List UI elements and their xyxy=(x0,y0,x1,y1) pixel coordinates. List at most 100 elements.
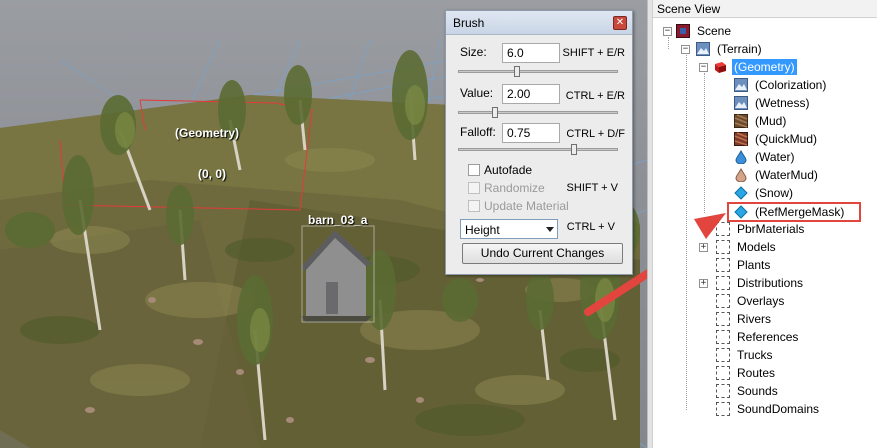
tree-label-trucks: Trucks xyxy=(737,348,773,362)
folder-icon xyxy=(716,330,730,344)
tree-item-overlays[interactable]: Overlays xyxy=(716,292,786,310)
falloff-shortcut: CTRL + D/F xyxy=(566,128,625,140)
quickmud-texture-icon xyxy=(734,132,748,146)
image-icon xyxy=(734,96,748,110)
size-slider[interactable] xyxy=(458,66,618,77)
brush-title: Brush xyxy=(453,16,485,30)
tree-label-wetness: (Wetness) xyxy=(755,96,810,110)
tree-label-colorization: (Colorization) xyxy=(755,78,827,92)
falloff-label: Falloff: xyxy=(460,125,496,139)
tree-item-scene[interactable]: Scene xyxy=(676,22,733,40)
diamond-icon xyxy=(734,186,748,200)
brush-mode-dropdown[interactable]: Height xyxy=(460,219,558,239)
brush-panel: Brush ✕ Size: 6.0 SHIFT + E/R Value: 2.0… xyxy=(445,10,633,275)
tree-label-models: Models xyxy=(737,240,776,254)
tree-item-sounddomains[interactable]: SoundDomains xyxy=(716,400,821,418)
randomize-label: Randomize xyxy=(484,181,545,195)
geometry-label: (Geometry) xyxy=(175,126,240,140)
callout-highlight-box xyxy=(727,202,861,222)
brush-titlebar[interactable]: Brush ✕ xyxy=(446,11,632,35)
tree-label-snow: (Snow) xyxy=(755,186,794,200)
watermud-drop-icon xyxy=(735,168,747,182)
collapse-scene-toggle[interactable]: − xyxy=(663,27,672,36)
image-icon xyxy=(734,78,748,92)
close-icon[interactable]: ✕ xyxy=(613,16,627,30)
origin-label: (0, 0) xyxy=(198,167,227,181)
folder-icon xyxy=(716,366,730,380)
size-slider-thumb[interactable] xyxy=(514,66,520,77)
tree-item-rivers[interactable]: Rivers xyxy=(716,310,773,328)
tree-item-mud[interactable]: (Mud) xyxy=(734,112,788,130)
tree-item-geometry[interactable]: (Geometry) xyxy=(713,58,797,76)
tree-label-mud: (Mud) xyxy=(755,114,787,128)
update-material-checkbox[interactable] xyxy=(468,200,480,212)
brush-mode-value: Height xyxy=(465,223,500,237)
folder-icon xyxy=(716,348,730,362)
chevron-down-icon xyxy=(546,227,554,232)
tree-label-sounddomains: SoundDomains xyxy=(737,402,820,416)
folder-icon xyxy=(716,402,730,416)
tree-label-overlays: Overlays xyxy=(737,294,785,308)
cube-icon xyxy=(715,62,726,73)
value-field[interactable]: 2.00 xyxy=(502,84,560,104)
tree-item-watermud[interactable]: (WaterMud) xyxy=(734,166,820,184)
value-label: Value: xyxy=(460,86,494,100)
tree-item-plants[interactable]: Plants xyxy=(716,256,772,274)
tree-label-scene: Scene xyxy=(697,24,732,38)
expand-distributions-toggle[interactable]: + xyxy=(699,279,708,288)
tree-item-sounds[interactable]: Sounds xyxy=(716,382,780,400)
tree-item-distributions[interactable]: Distributions xyxy=(716,274,805,292)
value-slider-thumb[interactable] xyxy=(492,107,498,118)
water-drop-icon xyxy=(735,150,747,164)
tree-label-terrain: (Terrain) xyxy=(717,42,762,56)
tree-item-snow[interactable]: (Snow) xyxy=(734,184,795,202)
tree-item-terrain[interactable]: (Terrain) xyxy=(696,40,764,58)
scene-view-title: Scene View xyxy=(653,0,877,18)
scene-icon xyxy=(676,24,690,38)
size-field[interactable]: 6.0 xyxy=(502,43,560,63)
tree-label-quickmud: (QuickMud) xyxy=(755,132,818,146)
tree-label-water: (Water) xyxy=(755,150,795,164)
folder-icon xyxy=(716,258,730,272)
arrow-head-icon xyxy=(694,213,726,239)
falloff-slider-thumb[interactable] xyxy=(571,144,577,155)
tree-item-quickmud[interactable]: (QuickMud) xyxy=(734,130,819,148)
tree-label-watermud: (WaterMud) xyxy=(755,168,818,182)
folder-icon xyxy=(716,276,730,290)
tree-label-plants: Plants xyxy=(737,258,771,272)
folder-icon xyxy=(716,294,730,308)
tree-label-pbrmaterials: PbrMaterials xyxy=(737,222,805,236)
tree-label-routes: Routes xyxy=(737,366,776,380)
tree-item-trucks[interactable]: Trucks xyxy=(716,346,775,364)
randomize-shortcut: SHIFT + V xyxy=(566,182,618,194)
value-slider[interactable] xyxy=(458,107,618,118)
update-material-label: Update Material xyxy=(484,199,569,213)
size-label: Size: xyxy=(460,45,487,59)
barn-label: barn_03_a xyxy=(308,213,368,227)
tree-item-colorization[interactable]: (Colorization) xyxy=(734,76,828,94)
falloff-slider[interactable] xyxy=(458,144,618,155)
autofade-checkbox[interactable] xyxy=(468,164,480,176)
terrain-icon xyxy=(696,42,710,56)
tree-label-references: References xyxy=(737,330,799,344)
tree-label-rivers: Rivers xyxy=(737,312,772,326)
randomize-checkbox[interactable] xyxy=(468,182,480,194)
collapse-geometry-toggle[interactable]: − xyxy=(699,63,708,72)
tree-label-sounds: Sounds xyxy=(737,384,778,398)
size-shortcut: SHIFT + E/R xyxy=(562,47,625,59)
tree-label-distributions: Distributions xyxy=(737,276,804,290)
autofade-label: Autofade xyxy=(484,163,533,177)
undo-current-changes-button[interactable]: Undo Current Changes xyxy=(462,243,623,264)
tree-label-geometry: (Geometry) xyxy=(732,59,797,75)
tree-item-wetness[interactable]: (Wetness) xyxy=(734,94,811,112)
value-shortcut: CTRL + E/R xyxy=(565,90,625,102)
tree-item-water[interactable]: (Water) xyxy=(734,148,797,166)
folder-icon xyxy=(716,384,730,398)
tree-item-references[interactable]: References xyxy=(716,328,800,346)
tree-item-routes[interactable]: Routes xyxy=(716,364,777,382)
mode-shortcut: CTRL + V xyxy=(566,221,615,233)
mud-texture-icon xyxy=(734,114,748,128)
folder-icon xyxy=(716,312,730,326)
collapse-terrain-toggle[interactable]: − xyxy=(681,45,690,54)
falloff-field[interactable]: 0.75 xyxy=(502,123,560,143)
